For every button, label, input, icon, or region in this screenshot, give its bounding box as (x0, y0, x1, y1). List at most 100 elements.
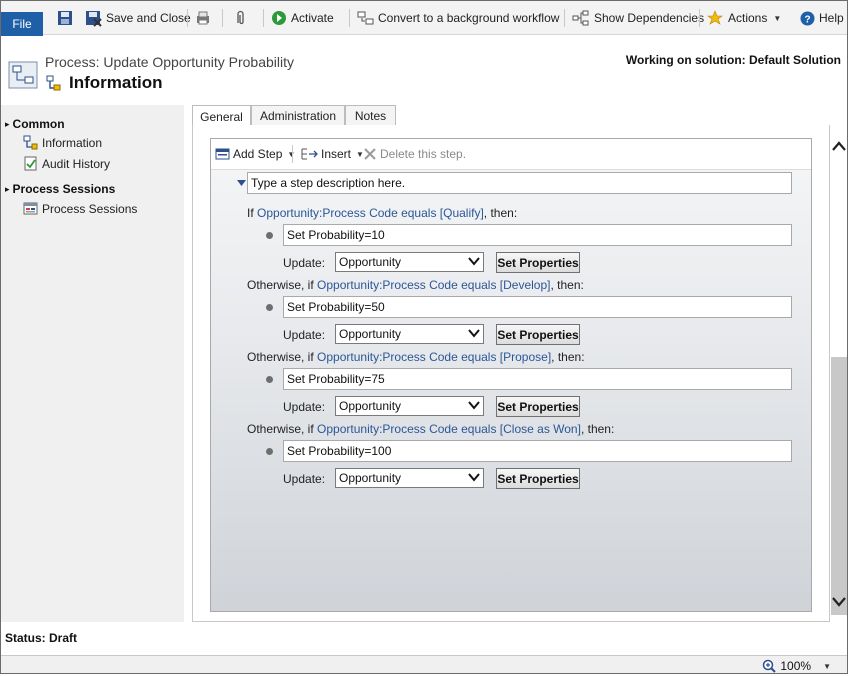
svg-text:?: ? (804, 14, 810, 25)
update-label: Update: (283, 256, 326, 270)
entity-select-value: Opportunity (339, 327, 402, 341)
show-dependencies-label: Show Dependencies (594, 11, 705, 25)
add-step-label: Add Step (233, 147, 283, 161)
nav-item-audit-history[interactable]: Audit History (23, 156, 110, 171)
print-button[interactable] (195, 8, 211, 28)
chevron-down-icon (468, 257, 480, 266)
scroll-up-icon[interactable] (832, 141, 846, 151)
update-label: Update: (283, 472, 326, 486)
chevron-down-icon[interactable]: ▼ (823, 662, 831, 671)
insert-button[interactable]: Insert ▼ (300, 145, 364, 163)
nav-group-common[interactable]: ▸ Common (5, 117, 65, 131)
step-bullet (266, 376, 273, 383)
entity-select[interactable]: Opportunity (335, 252, 484, 272)
tab-general[interactable]: General (192, 105, 251, 127)
save-button[interactable] (57, 8, 73, 28)
separator (699, 9, 700, 27)
collapse-arrow-icon[interactable] (237, 180, 246, 186)
step-bullet (266, 448, 273, 455)
condition-line: Otherwise, if Opportunity:Process Code e… (247, 422, 614, 436)
actions-menu[interactable]: Actions ▼ (707, 8, 781, 28)
nav-item-information[interactable]: Information (23, 135, 102, 150)
condition-link[interactable]: Opportunity:Process Code equals [Close a… (317, 422, 581, 436)
save-and-close-button[interactable]: Save and Close (85, 8, 191, 28)
audit-history-icon (24, 156, 37, 171)
chevron-down-icon (468, 401, 480, 410)
condition-suffix: , then: (550, 278, 584, 292)
condition-suffix: , then: (551, 350, 585, 364)
designer-toolbar: Add Step ▼ Insert ▼ Delete this step. (211, 139, 811, 170)
action-description-input[interactable]: Set Probability=75 (283, 368, 792, 390)
attach-button[interactable] (234, 8, 246, 28)
print-icon (197, 11, 209, 25)
scrollbar-thumb[interactable] (831, 357, 847, 615)
scroll-down-icon[interactable] (832, 597, 846, 607)
condition-suffix: , then: (483, 206, 518, 220)
ribbon-toolbar: File Save and Close Activate Convert to … (1, 1, 847, 36)
nav-group-label: Process Sessions (12, 182, 116, 196)
actions-icon (707, 10, 723, 25)
paperclip-icon (237, 10, 244, 25)
separator (263, 9, 264, 27)
nav-item-label: Information (42, 135, 103, 150)
show-dependencies-button[interactable]: Show Dependencies (572, 8, 704, 28)
separator (187, 9, 188, 27)
collapse-icon: ▸ (5, 183, 10, 194)
action-description-input[interactable]: Set Probability=100 (283, 440, 792, 462)
add-step-icon (215, 148, 230, 160)
entity-select[interactable]: Opportunity (335, 468, 484, 488)
condition-line: Otherwise, if Opportunity:Process Code e… (247, 350, 585, 364)
process-form-icon (8, 61, 38, 89)
convert-label: Convert to a background workflow (378, 11, 560, 25)
condition-link[interactable]: Opportunity:Process Code equals [Qualify… (257, 206, 484, 220)
condition-link[interactable]: Opportunity:Process Code equals [Propose… (317, 350, 551, 364)
condition-prefix: Otherwise, if (247, 350, 318, 364)
help-menu[interactable]: ? Help ▼ (800, 8, 847, 28)
save-close-icon (86, 10, 102, 27)
tab-administration[interactable]: Administration (251, 105, 345, 126)
dependencies-icon (572, 10, 589, 26)
condition-link[interactable]: Opportunity:Process Code equals [Develop… (317, 278, 550, 292)
workflow-designer: Add Step ▼ Insert ▼ Delete this step. Ty… (210, 138, 812, 612)
delete-step-label: Delete this step. (380, 147, 467, 161)
condition-suffix: , then: (580, 422, 615, 436)
set-properties-button[interactable]: Set Properties (496, 252, 580, 273)
step-bullet (266, 232, 273, 239)
nav-item-process-sessions[interactable]: Process Sessions (23, 201, 137, 216)
process-sessions-icon (23, 202, 38, 215)
vertical-scrollbar[interactable] (830, 125, 847, 622)
separator (349, 9, 350, 27)
entity-select[interactable]: Opportunity (335, 396, 484, 416)
insert-icon (301, 148, 318, 160)
nav-item-label: Process Sessions (42, 201, 138, 216)
page-title: Information (69, 73, 163, 92)
action-description-input[interactable]: Set Probability=10 (283, 224, 792, 246)
tab-notes[interactable]: Notes (345, 105, 396, 126)
update-label: Update: (283, 400, 326, 414)
condition-prefix: Otherwise, if (247, 422, 318, 436)
entity-select-value: Opportunity (339, 471, 402, 485)
step-description-input[interactable]: Type a step description here. (247, 172, 792, 194)
zoom-control[interactable]: 100% ▼ (762, 659, 831, 673)
convert-workflow-button[interactable]: Convert to a background workflow (357, 8, 559, 28)
activate-button[interactable]: Activate (271, 8, 334, 28)
collapse-icon: ▸ (5, 118, 10, 129)
action-description-input[interactable]: Set Probability=50 (283, 296, 792, 318)
help-label: Help (819, 11, 844, 25)
status-label: Status: Draft (5, 631, 78, 645)
condition-line: If Opportunity:Process Code equals [Qual… (247, 206, 517, 220)
set-properties-button[interactable]: Set Properties (496, 468, 580, 489)
file-button[interactable]: File (1, 12, 43, 36)
nav-group-process-sessions[interactable]: ▸ Process Sessions (5, 182, 115, 196)
update-label: Update: (283, 328, 326, 342)
delete-step-button[interactable]: Delete this step. (363, 145, 466, 163)
information-icon (46, 75, 61, 91)
bottom-bar: 100% ▼ (1, 655, 847, 673)
add-step-button[interactable]: Add Step ▼ (215, 145, 295, 163)
entity-select[interactable]: Opportunity (335, 324, 484, 344)
set-properties-button[interactable]: Set Properties (496, 324, 580, 345)
set-properties-button[interactable]: Set Properties (496, 396, 580, 417)
window: File Save and Close Activate Convert to … (0, 0, 848, 674)
convert-icon (357, 11, 374, 25)
separator (222, 9, 223, 27)
